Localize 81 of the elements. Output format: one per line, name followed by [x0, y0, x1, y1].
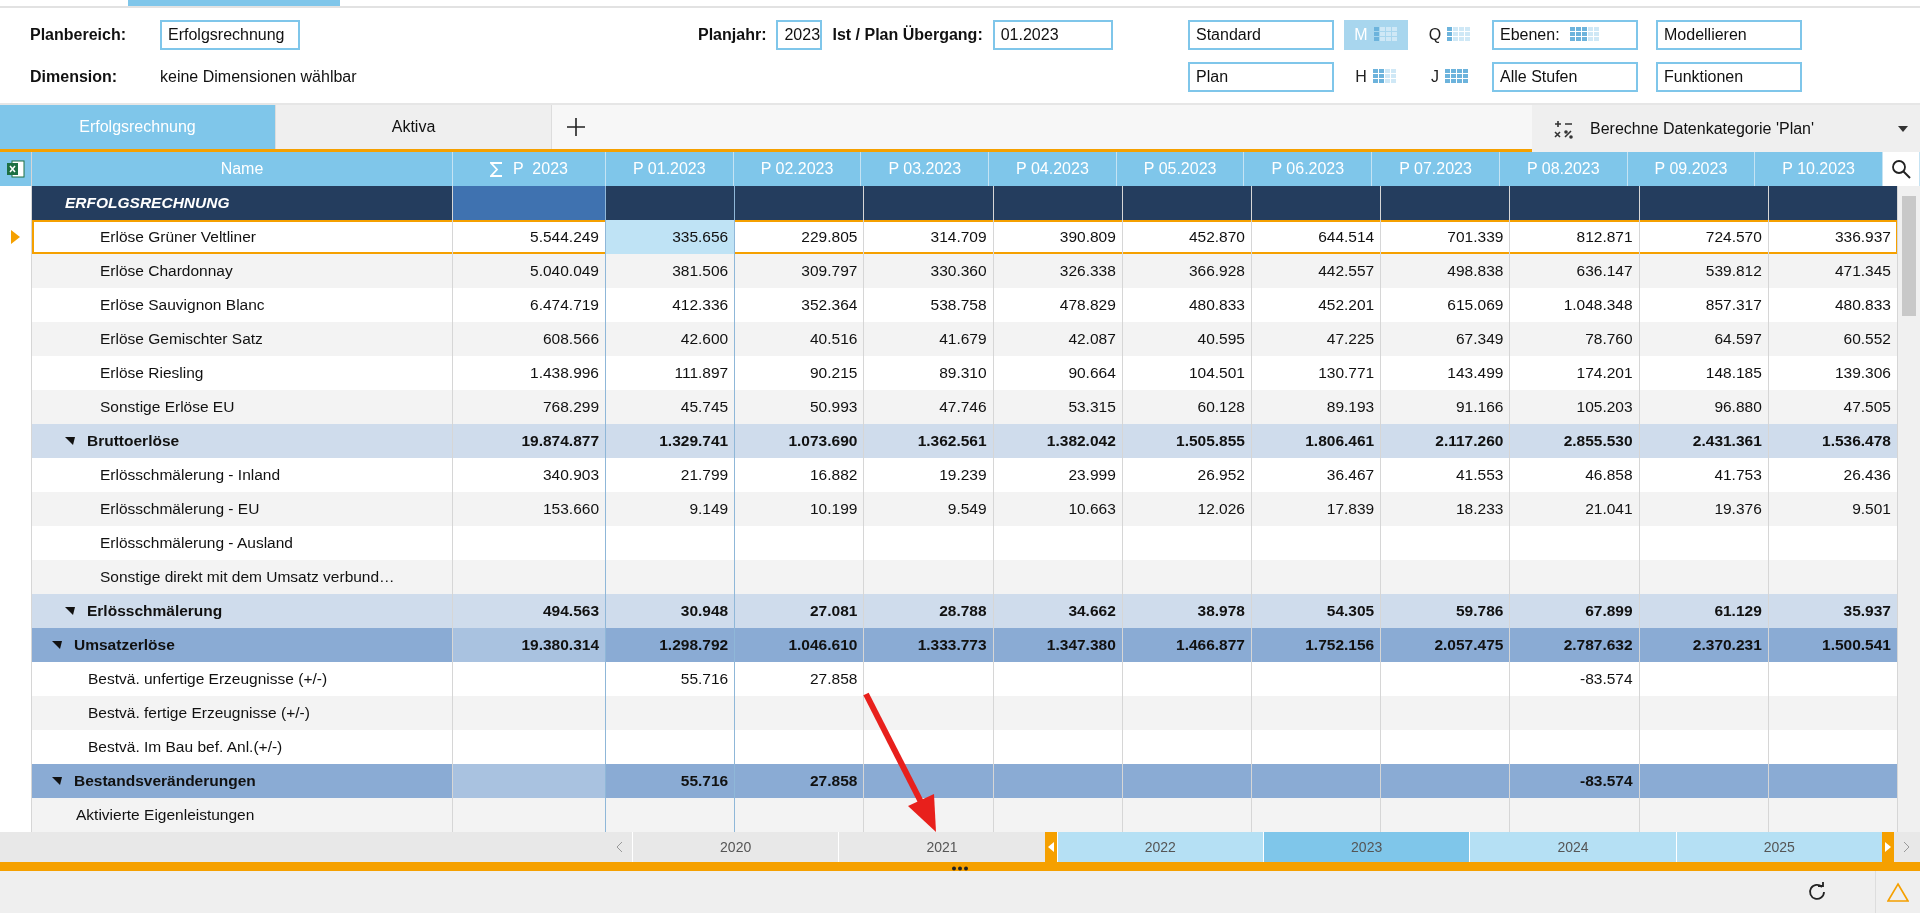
expand-caret-icon[interactable]: [65, 606, 75, 616]
total-cell[interactable]: [453, 764, 606, 798]
vertical-scrollbar[interactable]: [1898, 186, 1920, 832]
dimension-text: keine Dimensionen wählbar: [160, 67, 357, 86]
refresh-icon: [1807, 882, 1827, 902]
excel-icon[interactable]: [6, 160, 25, 178]
group-name: ERFOLGSRECHNUNG: [65, 194, 230, 212]
calculate-button[interactable]: Berechne Datenkategorie 'Plan': [1532, 105, 1920, 152]
select-field[interactable]: Plan: [1188, 61, 1334, 92]
table-row[interactable]: Bruttoerlöse 19.874.877 1.329.741 1.073.690 1.362.561 1.382.042 1.505.855 1.806.461 2.117.260 2.855.530 2.431.361 1.536.478: [32, 424, 1898, 458]
account-name: Erlösschmälerung - Ausland: [100, 534, 293, 552]
grid-icon: [1373, 27, 1398, 42]
account-name: Bestvä. Im Bau bef. Anl.(+/-): [88, 738, 283, 756]
expand-caret-icon[interactable]: [52, 776, 62, 786]
account-name: Erlösschmälerung - Inland: [100, 466, 281, 484]
search-icon: [1891, 159, 1911, 179]
action-button[interactable]: Modellieren: [1656, 19, 1802, 50]
table-row[interactable]: Erlöse Grüner Veltliner 5.544.249 335.656 229.805 314.709 390.809 452.870 644.514 701.339 812.871 724.570 336.937: [32, 220, 1898, 254]
select-field[interactable]: Standard: [1188, 19, 1334, 50]
account-name: Erlöse Sauvignon Blanc: [100, 296, 265, 314]
field-label: Planbereich:: [30, 25, 128, 44]
year-segment[interactable]: 2022: [1056, 832, 1263, 862]
input-field[interactable]: Erfolgsrechnung: [160, 19, 300, 50]
expand-caret-icon[interactable]: [65, 436, 75, 446]
group-name: Bruttoerlöse: [87, 432, 180, 450]
table-row[interactable]: Erlöse Chardonnay 5.040.049 381.506 309.797 330.360 326.338 366.928 442.557 498.838 636.147 539.812 471.345: [32, 254, 1898, 288]
field-label: Ist / Plan Übergang:: [832, 25, 983, 44]
account-name: Sonstige Erlöse EU: [100, 398, 235, 416]
action-button[interactable]: Funktionen: [1656, 61, 1802, 92]
account-name: Erlöse Gemischter Satz: [100, 330, 263, 348]
calculator-icon: [1554, 118, 1574, 139]
table-row[interactable]: Erlösschmälerung 494.563 30.948 27.081 28.788 34.662 38.978 54.305 59.786 67.899 61.129 35.937: [32, 594, 1898, 628]
input-field[interactable]: 2023: [776, 19, 823, 50]
chevron-left-icon: [615, 841, 623, 853]
grid-icon: [1569, 27, 1600, 42]
account-name: Aktivierte Eigenleistungen: [76, 806, 255, 824]
warning-icon: [1887, 882, 1909, 902]
select-field[interactable]: Alle Stufen: [1492, 61, 1638, 92]
account-name: Erlöse Chardonnay: [100, 262, 233, 280]
account-name: Sonstige direkt mit dem Umsatz verbund…: [100, 568, 395, 586]
grid-icon: [1445, 69, 1469, 84]
total-cell[interactable]: [453, 186, 606, 220]
expand-caret-icon[interactable]: [52, 640, 62, 650]
sum-icon: [490, 161, 504, 177]
table-row[interactable]: Sonstige Erlöse EU 768.299 45.745 50.993 47.746 53.315 60.128 89.193 91.166 105.203 96.880 47.505: [32, 390, 1898, 424]
group-name: Erlösschmälerung: [87, 602, 223, 620]
group-name: Umsatzerlöse: [74, 636, 175, 654]
period-button[interactable]: Q: [1418, 19, 1482, 50]
period-button[interactable]: H: [1344, 61, 1408, 92]
table-row[interactable]: Sonstige direkt mit dem Umsatz verbund…: [32, 560, 1898, 594]
splitter-grip-icon[interactable]: [951, 866, 969, 871]
total-cell[interactable]: 19.380.314: [453, 628, 606, 662]
table-row[interactable]: Bestvä. fertige Erzeugnisse (+/-): [32, 696, 1898, 730]
levels-field[interactable]: Ebenen:: [1492, 19, 1638, 50]
account-name: Erlöse Riesling: [100, 364, 204, 382]
section-row[interactable]: ERFOLGSRECHNUNG: [32, 186, 1898, 220]
year-segment[interactable]: 2025: [1675, 832, 1882, 862]
tab[interactable]: Aktiva: [276, 105, 552, 149]
account-name: Erlöse Grüner Veltliner: [100, 228, 256, 246]
account-name: Bestvä. unfertige Erzeugnisse (+/-): [88, 670, 328, 688]
grid-icon: [1447, 27, 1472, 42]
table-row[interactable]: Erlösschmälerung - EU 153.660 9.149 10.199 9.549 10.663 12.026 17.839 18.233 21.041 19.376 9.501: [32, 492, 1898, 526]
table-row[interactable]: Umsatzerlöse 19.380.314 1.298.792 1.046.610 1.333.773 1.347.380 1.466.877 1.752.156 2.057.475 2.787.632 2.370.231 1.500.541: [32, 628, 1898, 662]
field-label: Planjahr:: [698, 25, 767, 44]
field-label: Dimension:: [30, 67, 119, 86]
table-row[interactable]: Bestandsveränderungen 55.716 27.858 -83.574: [32, 764, 1898, 798]
year-segment[interactable]: 2024: [1469, 832, 1676, 862]
input-field[interactable]: 01.2023: [992, 19, 1113, 50]
chevron-right-icon: [1903, 841, 1911, 853]
year-segment[interactable]: 2023: [1263, 832, 1470, 862]
plus-icon: [566, 117, 586, 137]
grid-icon: [1372, 69, 1397, 84]
account-name: Erlösschmälerung - EU: [100, 500, 260, 518]
period-button[interactable]: J: [1418, 61, 1482, 92]
caret-icon: [1898, 125, 1908, 132]
search-button[interactable]: [1883, 152, 1920, 186]
group-name: Bestandsveränderungen: [74, 772, 256, 790]
table-row[interactable]: Erlöse Gemischter Satz 608.566 42.600 40.516 41.679 42.087 40.595 47.225 67.349 78.760 64.597 60.552: [32, 322, 1898, 356]
table-row[interactable]: Aktivierte Eigenleistungen: [32, 798, 1898, 832]
account-name: Bestvä. fertige Erzeugnisse (+/-): [88, 704, 310, 722]
table-cell[interactable]: 335.656: [606, 220, 736, 254]
